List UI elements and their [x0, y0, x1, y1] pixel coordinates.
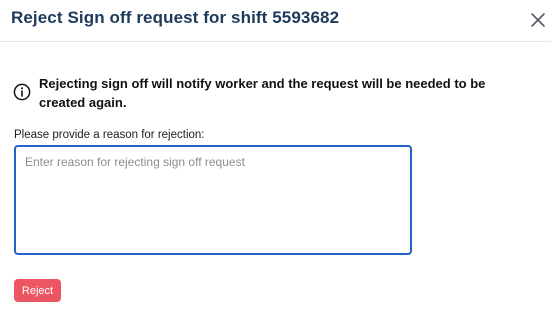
reason-input[interactable] [14, 145, 412, 255]
reject-signoff-dialog: Reject Sign off request for shift 559368… [0, 0, 551, 313]
reject-button[interactable]: Reject [14, 279, 61, 302]
dialog-title: Reject Sign off request for shift 559368… [11, 8, 340, 27]
close-button[interactable] [528, 10, 548, 30]
info-circle-icon [13, 83, 31, 101]
close-icon [531, 13, 545, 27]
reason-field-label: Please provide a reason for rejection: [14, 129, 205, 141]
dialog-header: Reject Sign off request for shift 559368… [0, 0, 551, 42]
rejection-warning-text: Rejecting sign off will notify worker an… [39, 76, 486, 110]
